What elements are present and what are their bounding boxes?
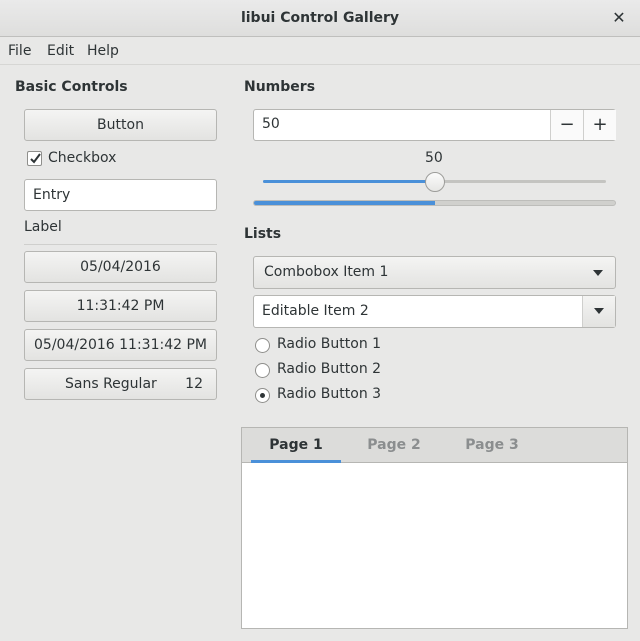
horizontal-separator [24, 244, 217, 245]
radio-button-2[interactable] [255, 363, 270, 378]
menu-bar: File Edit Help [0, 37, 640, 65]
spinbox[interactable]: 50 − + [253, 109, 616, 141]
editable-combobox-value[interactable]: Editable Item 2 [262, 303, 369, 319]
radio-label-2[interactable]: Radio Button 2 [277, 361, 381, 377]
time-picker[interactable]: 11:31:42 PM [24, 290, 217, 322]
tab-page-2[interactable]: Page 2 [349, 428, 439, 463]
menu-edit[interactable]: Edit [47, 43, 74, 59]
entry-field[interactable]: Entry [24, 179, 217, 211]
radio-selected-dot [260, 393, 265, 398]
radio-label-3[interactable]: Radio Button 3 [277, 386, 381, 402]
menu-help[interactable]: Help [87, 43, 119, 59]
date-picker[interactable]: 05/04/2016 [24, 251, 217, 283]
slider-value-label: 50 [425, 150, 443, 166]
editable-combobox[interactable]: Editable Item 2 [253, 295, 616, 328]
menu-file[interactable]: File [8, 43, 31, 59]
checkbox[interactable] [27, 151, 42, 166]
lists-title: Lists [244, 226, 282, 242]
tab-page-3[interactable]: Page 3 [447, 428, 537, 463]
tab-page-1-label: Page 1 [269, 437, 323, 453]
static-label: Label [24, 219, 62, 235]
progress-bar [253, 200, 616, 206]
checkbox-label[interactable]: Checkbox [48, 150, 116, 166]
title-bar: libui Control Gallery ✕ [0, 0, 640, 37]
font-button[interactable]: Sans Regular 12 [24, 368, 217, 400]
tab-page-1[interactable]: Page 1 [251, 428, 341, 463]
increment-button[interactable]: + [583, 110, 616, 140]
font-name: Sans Regular [65, 376, 157, 392]
decrement-button[interactable]: − [550, 110, 583, 140]
font-size: 12 [185, 376, 203, 392]
numbers-title: Numbers [244, 79, 316, 95]
slider-handle[interactable] [424, 172, 445, 192]
radio-button-1[interactable] [255, 338, 270, 353]
combobox[interactable]: Combobox Item 1 [253, 256, 616, 289]
progress-fill [254, 201, 435, 205]
window-title: libui Control Gallery [240, 10, 400, 26]
spinbox-value[interactable]: 50 [262, 116, 280, 132]
tab-page-2-label: Page 2 [367, 437, 421, 453]
tab-content [242, 463, 627, 628]
slider-fill [263, 180, 435, 183]
tab-page-3-label: Page 3 [465, 437, 519, 453]
close-icon[interactable]: ✕ [610, 8, 628, 28]
radio-button-3[interactable] [255, 388, 270, 403]
check-icon [30, 153, 41, 164]
tab-bar: Page 1 Page 2 Page 3 [242, 428, 627, 463]
button[interactable]: Button [24, 109, 217, 141]
chevron-down-icon [594, 308, 604, 314]
combobox-selected: Combobox Item 1 [264, 264, 389, 280]
basic-controls-title: Basic Controls [15, 79, 128, 95]
tab-view: Page 1 Page 2 Page 3 [241, 427, 628, 629]
datetime-picker[interactable]: 05/04/2016 11:31:42 PM [24, 329, 217, 361]
chevron-down-icon [593, 270, 603, 276]
radio-label-1[interactable]: Radio Button 1 [277, 336, 381, 352]
dropdown-button[interactable] [582, 296, 615, 327]
